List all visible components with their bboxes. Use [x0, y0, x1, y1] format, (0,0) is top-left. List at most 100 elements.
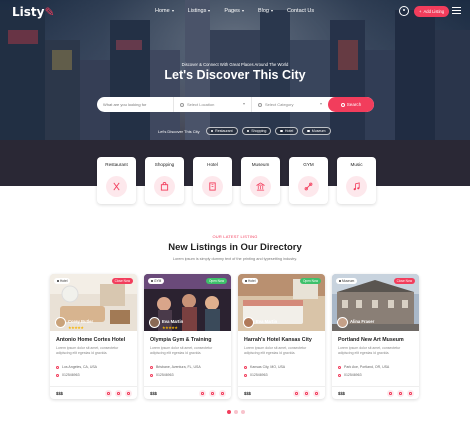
- category-name: Hotel: [207, 162, 218, 167]
- listing-description: Lorem ipsum dolor sit amet, consectetur …: [150, 346, 213, 355]
- hero-title: Let's Discover This City: [164, 68, 306, 82]
- chip-restaurant[interactable]: Restaurant: [205, 127, 238, 135]
- category-card-gym[interactable]: GYM: [289, 157, 328, 204]
- heart-icon[interactable]: [209, 390, 216, 397]
- gallery-icon[interactable]: [407, 390, 414, 397]
- nav-item-pages[interactable]: Pages: [224, 8, 244, 14]
- logo-pin-icon: ✎: [44, 5, 55, 19]
- chevron-down-icon: [171, 10, 174, 12]
- nav-item-contact[interactable]: Contact Us: [287, 8, 314, 14]
- gallery-icon[interactable]: [125, 390, 132, 397]
- category-tag: GYM: [148, 278, 165, 284]
- heart-icon[interactable]: [303, 390, 310, 397]
- listing-title[interactable]: Antonio Home Cortes Hotel: [56, 337, 136, 343]
- add-listing-button[interactable]: + Add Listing: [414, 6, 450, 17]
- pagination-dots: [227, 410, 245, 414]
- rating-stars: ★★★★★: [68, 326, 84, 330]
- card-footer: $$$: [144, 386, 231, 399]
- card-footer: $$$: [238, 386, 325, 399]
- chip-shopping[interactable]: Shopping: [241, 127, 272, 135]
- nav-item-blog[interactable]: Blog: [258, 8, 273, 14]
- chevron-down-icon: [320, 103, 322, 105]
- share-icon[interactable]: [387, 390, 394, 397]
- category-select-label: Select Category: [265, 102, 294, 107]
- price-level: $$$: [56, 391, 63, 396]
- location-select-label: Select Location: [187, 102, 215, 107]
- location-select[interactable]: Select Location: [174, 97, 252, 112]
- section-kicker: OUR LATEST LISTING: [212, 234, 258, 239]
- category-select[interactable]: Select Category: [252, 97, 328, 112]
- card-actions: [199, 390, 226, 397]
- heart-icon[interactable]: [397, 390, 404, 397]
- pagination-dot-active[interactable]: [227, 410, 231, 414]
- listing-title[interactable]: Harrah's Hotel Kansas City: [244, 337, 324, 343]
- phone-icon: [244, 373, 247, 377]
- search-button[interactable]: Search: [328, 97, 374, 112]
- gym-icon: [151, 280, 153, 282]
- gallery-icon[interactable]: [219, 390, 226, 397]
- brand-logo[interactable]: Listy✎: [12, 5, 55, 19]
- pagination-dot[interactable]: [241, 410, 245, 414]
- map-pin-icon: [56, 365, 59, 369]
- category-card-restaurant[interactable]: Restaurant: [97, 157, 136, 204]
- listing-location: Kansas City, MO, USA: [244, 365, 285, 369]
- museum-icon: [307, 129, 310, 133]
- shopping-icon: [246, 129, 250, 133]
- category-card-shopping[interactable]: Shopping: [145, 157, 184, 204]
- listing-card[interactable]: GYM Open Now Eva Martin ★★★★★ Olympia Gy…: [144, 274, 231, 399]
- author-name[interactable]: Eva Martin: [256, 319, 277, 324]
- keyword-field[interactable]: [97, 97, 174, 112]
- listing-card[interactable]: Museum Close Now Alina Fraser Portland N…: [332, 274, 419, 399]
- chip-museum[interactable]: Museum: [302, 127, 331, 135]
- keyword-input[interactable]: [103, 102, 167, 107]
- category-cards: Restaurant Shopping Hotel Museum GYM Mus…: [97, 157, 376, 204]
- chip-hotel[interactable]: Hotel: [275, 127, 299, 135]
- listing-card[interactable]: Hotel Close Now Corey Butler ★★★★★ Anton…: [50, 274, 137, 399]
- listing-card[interactable]: Hotel Open Now Eva Martin Harrah's Hotel…: [238, 274, 325, 399]
- status-badge: Open Now: [299, 278, 321, 284]
- share-icon[interactable]: [199, 390, 206, 397]
- listing-description: Lorem ipsum dolor sit amet, consectetur …: [338, 346, 401, 355]
- map-pin-icon: [150, 365, 153, 369]
- pagination-dot[interactable]: [234, 410, 238, 414]
- search-bar: Select Location Select Category Search: [97, 97, 374, 112]
- price-level: $$$: [338, 391, 345, 396]
- phone-icon: [150, 373, 153, 377]
- listing-description: Lorem ipsum dolor sit amet, consectetur …: [244, 346, 307, 355]
- avatar: [55, 317, 66, 328]
- nav-item-home[interactable]: Home: [155, 8, 174, 14]
- price-level: $$$: [244, 391, 251, 396]
- author-name[interactable]: Corey Butler: [68, 319, 93, 324]
- status-badge: Open Now: [205, 278, 227, 284]
- author-name[interactable]: Alina Fraser: [350, 319, 374, 324]
- avatar: [337, 317, 348, 328]
- listing-title[interactable]: Olympia Gym & Training: [150, 337, 230, 343]
- hamburger-icon[interactable]: [452, 7, 461, 16]
- listing-phone: 012546963: [150, 373, 174, 377]
- museum-icon: [339, 280, 341, 282]
- page: Listy✎ Home Listings Pages Blog Contact …: [0, 0, 470, 425]
- category-card-music[interactable]: Music: [337, 157, 376, 204]
- category-card-museum[interactable]: Museum: [241, 157, 280, 204]
- hero-subtitle: Discover & Connect With Great Places Aro…: [181, 62, 289, 67]
- listing-location: Park Ave, Portland, OR, USA: [338, 365, 389, 369]
- listing-phone: 012546963: [338, 373, 362, 377]
- user-icon[interactable]: [399, 6, 409, 16]
- gallery-icon[interactable]: [313, 390, 320, 397]
- author-name[interactable]: Eva Martin: [162, 319, 183, 324]
- hotel-icon: [280, 129, 283, 133]
- category-card-hotel[interactable]: Hotel: [193, 157, 232, 204]
- avatar: [149, 317, 160, 328]
- category-tag: Museum: [336, 278, 358, 284]
- nav-item-listings[interactable]: Listings: [188, 8, 211, 14]
- card-footer: $$$: [332, 386, 419, 399]
- share-icon[interactable]: [105, 390, 112, 397]
- rating-stars: ★★★★★: [162, 326, 178, 330]
- map-pin-icon: [338, 365, 341, 369]
- category-name: GYM: [303, 162, 314, 167]
- share-icon[interactable]: [293, 390, 300, 397]
- heart-icon[interactable]: [115, 390, 122, 397]
- listing-title[interactable]: Portland New Art Museum: [338, 337, 418, 343]
- music-icon: [346, 176, 367, 197]
- category-tag: Hotel: [242, 278, 259, 284]
